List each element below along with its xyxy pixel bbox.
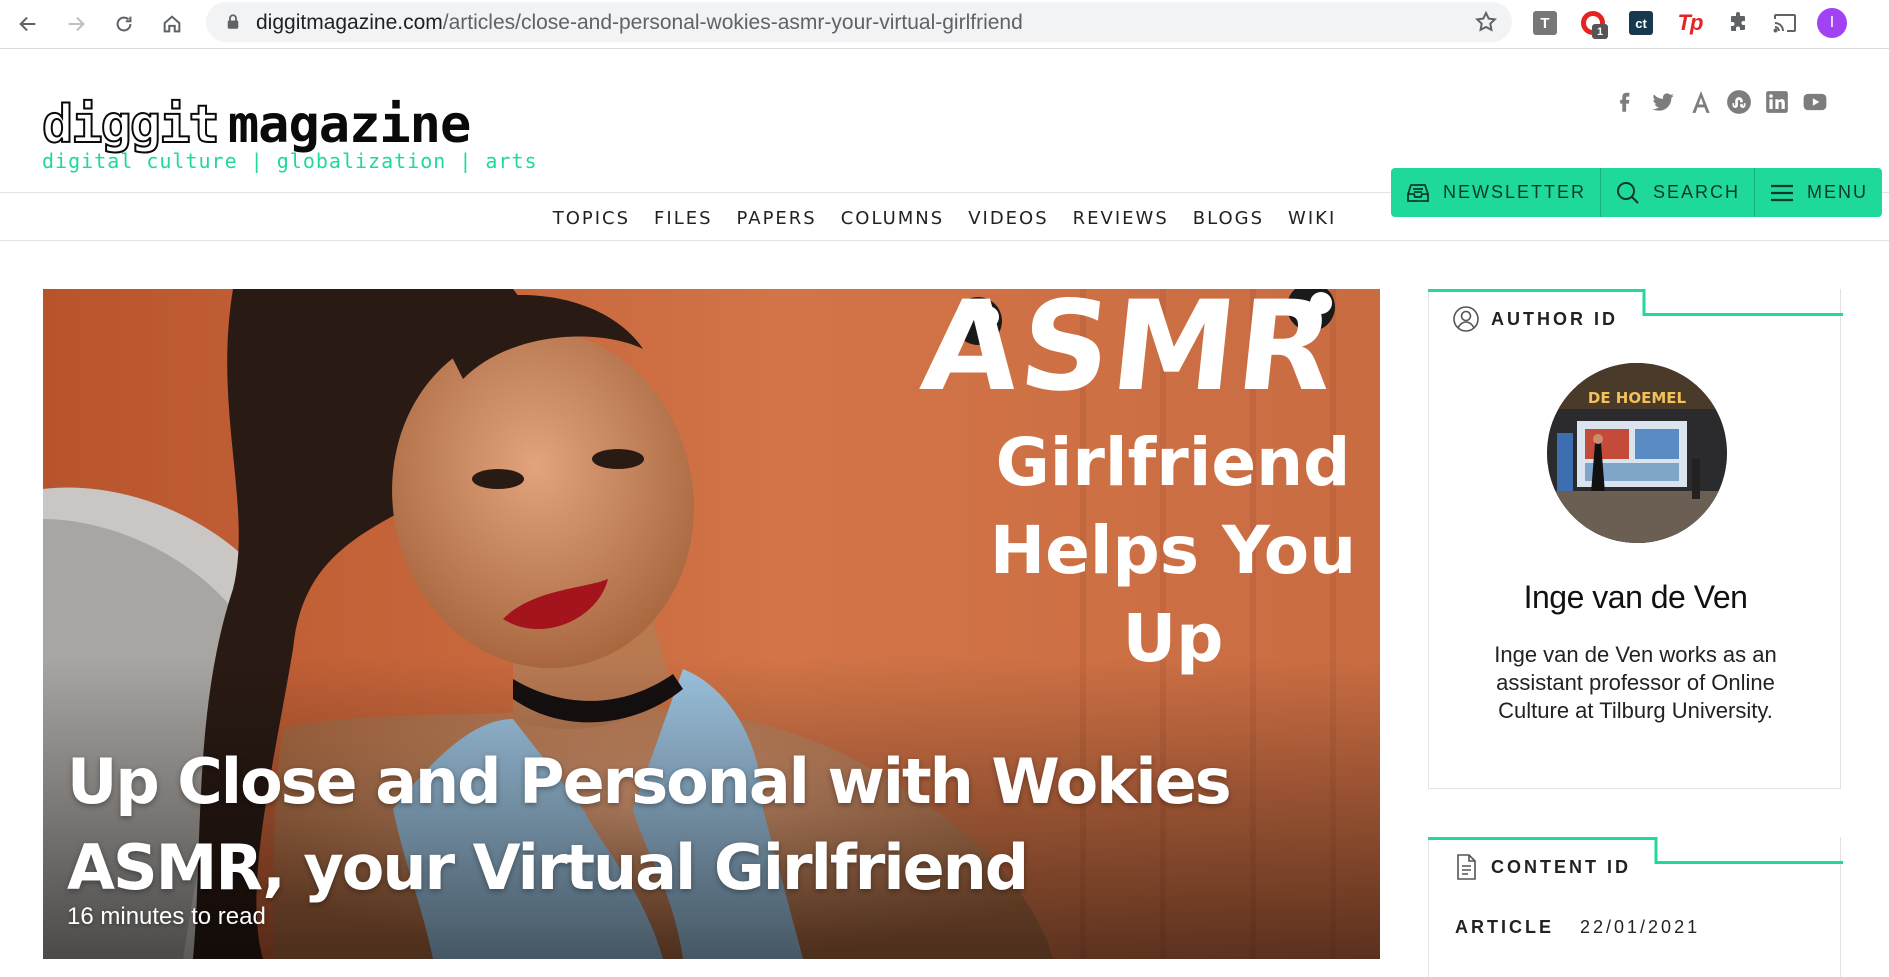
author-photo-image: DE HOEMEL (1547, 363, 1727, 543)
menu-button[interactable]: MENU (1755, 168, 1883, 217)
browser-toolbar: diggitmagazine.com/articles/close-and-pe… (0, 0, 1889, 49)
site-tagline: digital culture | globalization | arts (42, 149, 538, 173)
content-card-heading: CONTENT ID (1491, 856, 1631, 877)
academia-icon (1692, 91, 1710, 113)
profile-avatar: I (1817, 8, 1847, 38)
author-name[interactable]: Inge van de Ven (1429, 579, 1842, 616)
hero-banner: ASMR Girlfriend Helps You Up Up Close an… (43, 289, 1380, 959)
hero-image-line-2: Helps You (989, 512, 1357, 589)
nav-files[interactable]: FILES (642, 208, 725, 229)
extension-tp-label: Tp (1677, 10, 1704, 35)
nav-videos[interactable]: VIDEOS (956, 208, 1060, 229)
hero-image-caption: Girlfriend Helps You Up (983, 419, 1363, 683)
content-type: ARTICLE (1455, 917, 1554, 937)
url-path: /articles/close-and-personal-wokies-asmr… (442, 11, 1023, 34)
menu-label: MENU (1807, 182, 1869, 202)
site-header: diggit magazine digital culture | globali… (0, 49, 1889, 241)
extension-t-button[interactable]: T (1530, 8, 1560, 38)
reload-button[interactable] (108, 8, 140, 40)
profile-button[interactable]: I (1817, 8, 1847, 38)
back-button[interactable] (12, 8, 44, 40)
author-photo[interactable]: DE HOEMEL (1547, 363, 1727, 543)
header-action-bar: NEWSLETTER SEARCH MENU (1391, 168, 1883, 217)
cast-button[interactable] (1770, 8, 1800, 38)
forward-button[interactable] (60, 8, 92, 40)
newsletter-button[interactable]: NEWSLETTER (1391, 168, 1602, 217)
search-label: SEARCH (1653, 182, 1741, 202)
youtube-link[interactable] (1800, 87, 1830, 117)
content-meta: ARTICLE 22/01/2021 (1455, 917, 1700, 938)
nav-columns[interactable]: COLUMNS (829, 208, 956, 229)
hamburger-icon (1771, 184, 1794, 201)
document-icon (1457, 854, 1476, 880)
arrow-right-icon (68, 16, 85, 32)
url-domain: diggitmagazine.com (256, 11, 443, 34)
bookmark-star-icon[interactable] (1474, 10, 1498, 34)
hero-image-line-3: Up (1122, 600, 1224, 677)
extension-tp-button[interactable]: Tp (1675, 8, 1705, 38)
twitter-link[interactable] (1648, 87, 1678, 117)
lock-icon (227, 14, 239, 29)
nav-divider (0, 240, 1889, 241)
stumbleupon-icon (1727, 90, 1751, 114)
youtube-icon (1803, 93, 1827, 111)
facebook-link[interactable] (1610, 87, 1640, 117)
twitter-icon (1652, 93, 1674, 111)
inbox-icon (1407, 183, 1429, 202)
cast-icon (1773, 14, 1796, 33)
content-card-header: CONTENT ID (1453, 853, 1631, 881)
nav-blogs[interactable]: BLOGS (1181, 208, 1276, 229)
nav-topics[interactable]: TOPICS (541, 208, 642, 229)
user-outline-icon (1453, 306, 1479, 332)
logo-word-diggit: diggit (41, 94, 221, 156)
address-bar[interactable]: diggitmagazine.com/articles/close-and-pe… (206, 2, 1512, 42)
newsletter-label: NEWSLETTER (1443, 182, 1587, 202)
nav-papers[interactable]: PAPERS (725, 208, 829, 229)
extension-t-label: T (1533, 11, 1557, 35)
article-title: Up Close and Personal with Wokies ASMR, … (67, 745, 1232, 904)
home-button[interactable] (156, 8, 188, 40)
url-text: diggitmagazine.com/articles/close-and-pe… (256, 11, 1023, 35)
facebook-icon (1620, 92, 1630, 112)
author-card: AUTHOR ID DE HOEMEL Inge van de Ven Inge… (1428, 289, 1843, 789)
stumbleupon-link[interactable] (1724, 87, 1754, 117)
opera-extension-button[interactable]: 1 (1578, 8, 1608, 39)
linkedin-link[interactable] (1762, 87, 1792, 117)
content-date: 22/01/2021 (1580, 917, 1701, 937)
author-card-heading: AUTHOR ID (1491, 308, 1618, 329)
reload-icon (116, 16, 132, 32)
content-id-card: CONTENT ID ARTICLE 22/01/2021 (1428, 837, 1843, 977)
nav-wiki[interactable]: WIKI (1276, 208, 1348, 229)
opera-badge: 1 (1592, 24, 1608, 39)
academia-link[interactable] (1686, 87, 1716, 117)
home-icon (163, 15, 181, 33)
search-icon (1617, 181, 1639, 204)
puzzle-icon (1731, 12, 1745, 31)
author-bio: Inge van de Ven works as an assistant pr… (1494, 642, 1777, 723)
search-button[interactable]: SEARCH (1601, 168, 1756, 217)
extension-ct-label: ct (1629, 11, 1653, 35)
read-time: 16 minutes to read (67, 903, 266, 930)
hero-image-line-1: Girlfriend (995, 424, 1351, 501)
photo-sign-text: DE HOEMEL (1588, 389, 1687, 407)
hero-image-brand: ASMR (915, 289, 1343, 419)
logo-word-magazine: magazine (227, 95, 471, 155)
author-card-header: AUTHOR ID (1453, 305, 1618, 333)
linkedin-icon (1766, 91, 1788, 113)
site-logo[interactable]: diggit magazine (41, 94, 471, 156)
nav-reviews[interactable]: REVIEWS (1061, 208, 1181, 229)
extensions-button[interactable] (1723, 8, 1753, 38)
arrow-left-icon (19, 16, 36, 32)
extension-ct-button[interactable]: ct (1626, 8, 1656, 38)
